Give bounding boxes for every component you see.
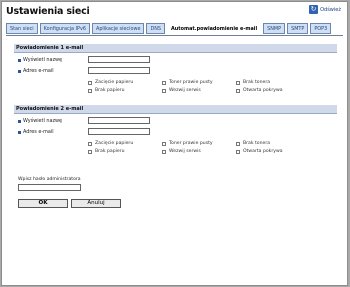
cover-open-checkbox[interactable]: Otwarta pokrywa bbox=[236, 149, 283, 154]
checkbox-label: Wezwij serwis bbox=[169, 149, 201, 154]
checkbox-label: Brak tonera bbox=[243, 141, 271, 146]
display-name-row: Wyświetl nazwę bbox=[14, 55, 337, 66]
checkbox-row: Brak papieru Wezwij serwis Otwarta pokry… bbox=[14, 87, 337, 95]
email-row: Adres e-mail bbox=[14, 66, 337, 77]
no-paper-checkbox[interactable]: Brak papieru bbox=[88, 149, 125, 154]
section-heading: Powiadomienie 2 e-mail bbox=[14, 105, 337, 114]
cancel-button[interactable]: Anuluj bbox=[71, 199, 121, 208]
checkbox-label: Brak papieru bbox=[95, 149, 125, 154]
toner-low-checkbox[interactable]: Toner prawie pusty bbox=[162, 80, 213, 85]
checkbox-label: Toner prawie pusty bbox=[169, 141, 213, 146]
tab-bar: Stan sieci Konfiguracja IPv6 Aplikacje s… bbox=[6, 23, 332, 34]
checkbox-box[interactable] bbox=[236, 141, 240, 146]
refresh-button[interactable]: ↻ Odśwież bbox=[309, 5, 341, 14]
bullet-icon bbox=[18, 70, 21, 73]
tab-pop3[interactable]: POP3 bbox=[310, 23, 332, 34]
paper-jam-checkbox[interactable]: Zacięcie papieru bbox=[88, 141, 133, 146]
checkbox-box[interactable] bbox=[88, 88, 92, 93]
checkbox-box[interactable] bbox=[162, 80, 166, 85]
section-heading: Powiadomienie 1 e-mail bbox=[14, 44, 337, 53]
toner-low-checkbox[interactable]: Toner prawie pusty bbox=[162, 141, 213, 146]
page-title: Ustawienia sieci bbox=[6, 6, 90, 17]
checkbox-label: Wezwij serwis bbox=[169, 88, 201, 93]
checkbox-row: Brak papieru Wezwij serwis Otwarta pokry… bbox=[14, 148, 337, 156]
checkbox-box[interactable] bbox=[236, 80, 240, 85]
cover-open-checkbox[interactable]: Otwarta pokrywa bbox=[236, 88, 283, 93]
email-input[interactable] bbox=[88, 128, 150, 135]
display-name-input[interactable] bbox=[88, 56, 150, 63]
checkbox-box[interactable] bbox=[88, 141, 92, 146]
bullet-icon bbox=[18, 120, 21, 123]
settings-panel: Ustawienia sieci ↻ Odśwież Stan sieci Ko… bbox=[1, 1, 348, 286]
email-input[interactable] bbox=[88, 67, 150, 74]
call-service-checkbox[interactable]: Wezwij serwis bbox=[162, 88, 201, 93]
paper-jam-checkbox[interactable]: Zacięcie papieru bbox=[88, 80, 133, 85]
refresh-icon: ↻ bbox=[309, 5, 319, 14]
checkbox-box[interactable] bbox=[162, 149, 166, 154]
no-toner-checkbox[interactable]: Brak tonera bbox=[236, 141, 270, 146]
no-paper-checkbox[interactable]: Brak papieru bbox=[88, 88, 125, 93]
refresh-label: Odśwież bbox=[320, 6, 341, 13]
checkbox-label: Brak tonera bbox=[243, 80, 271, 85]
display-name-label: Wyświetl nazwę bbox=[23, 57, 63, 63]
checkbox-label: Toner prawie pusty bbox=[169, 80, 213, 85]
tab-network-status[interactable]: Stan sieci bbox=[6, 23, 38, 34]
tab-snmp[interactable]: SNMP bbox=[263, 23, 286, 34]
admin-password-label: Wpisz hasło administratora bbox=[18, 177, 81, 182]
checkbox-box[interactable] bbox=[88, 80, 92, 85]
tab-ipv6[interactable]: Konfiguracja IPv6 bbox=[39, 23, 90, 34]
notification-1-section: Powiadomienie 1 e-mail Wyświetl nazwę Ad… bbox=[14, 44, 337, 95]
ok-button[interactable]: OK bbox=[18, 199, 68, 208]
checkbox-label: Brak papieru bbox=[95, 88, 125, 93]
checkbox-box[interactable] bbox=[162, 88, 166, 93]
admin-password-input[interactable] bbox=[18, 184, 81, 191]
tab-network-apps[interactable]: Aplikacje sieciowe bbox=[91, 23, 145, 34]
checkbox-label: Zacięcie papieru bbox=[95, 80, 134, 85]
checkbox-box[interactable] bbox=[236, 88, 240, 93]
display-name-label: Wyświetl nazwę bbox=[23, 118, 63, 124]
email-label: Adres e-mail bbox=[23, 129, 54, 135]
call-service-checkbox[interactable]: Wezwij serwis bbox=[162, 149, 201, 154]
checkbox-box[interactable] bbox=[162, 141, 166, 146]
no-toner-checkbox[interactable]: Brak tonera bbox=[236, 80, 270, 85]
notification-2-section: Powiadomienie 2 e-mail Wyświetl nazwę Ad… bbox=[14, 105, 337, 156]
checkbox-label: Zacięcie papieru bbox=[95, 141, 134, 146]
tab-email-notification[interactable]: Automat.powiadomienie e-mail bbox=[167, 23, 262, 34]
tab-divider bbox=[6, 35, 343, 36]
tab-dns[interactable]: DNS bbox=[146, 23, 166, 34]
tab-smtp[interactable]: SMTP bbox=[287, 23, 309, 34]
checkbox-row: Zacięcie papieru Toner prawie pusty Brak… bbox=[14, 79, 337, 87]
checkbox-row: Zacięcie papieru Toner prawie pusty Brak… bbox=[14, 140, 337, 148]
bullet-icon bbox=[18, 131, 21, 134]
display-name-input[interactable] bbox=[88, 117, 150, 124]
email-label: Adres e-mail bbox=[23, 68, 54, 74]
display-name-row: Wyświetl nazwę bbox=[14, 116, 337, 127]
bullet-icon bbox=[18, 59, 21, 62]
email-row: Adres e-mail bbox=[14, 127, 337, 138]
checkbox-label: Otwarta pokrywa bbox=[243, 149, 283, 154]
checkbox-box[interactable] bbox=[236, 149, 240, 154]
checkbox-box[interactable] bbox=[88, 149, 92, 154]
checkbox-label: Otwarta pokrywa bbox=[243, 88, 283, 93]
